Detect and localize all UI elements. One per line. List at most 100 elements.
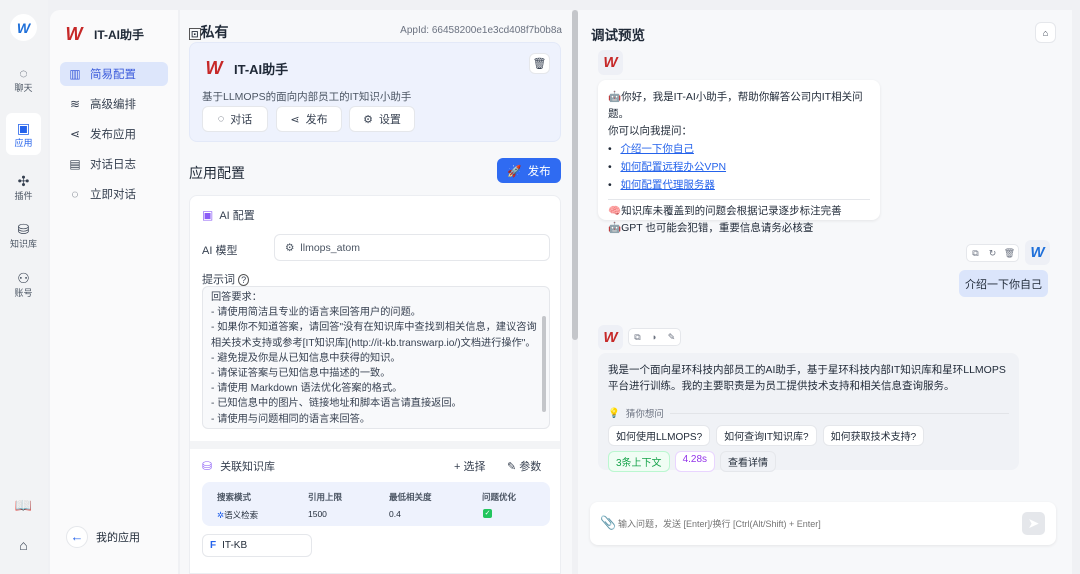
button-label: 设置 xyxy=(378,114,401,126)
context-badge[interactable]: 3条上下文 xyxy=(608,451,670,472)
kb-section-header: ⛁ 关联知识库 xyxy=(202,458,275,474)
gear-icon: ⚙ xyxy=(363,113,373,126)
guess-chip[interactable]: 如何获取技术支持? xyxy=(822,425,925,446)
visibility-title: ⊡ 私有 xyxy=(189,22,229,42)
database-icon: ⛁ xyxy=(17,220,30,237)
rail-item-plugins[interactable]: ✣ 插件 xyxy=(6,166,41,208)
edit-icon[interactable]: ✎ xyxy=(663,329,680,345)
nav-publish[interactable]: ⋖ 发布应用 xyxy=(60,122,168,146)
textarea-scrollbar[interactable] xyxy=(542,316,546,412)
chat-input-box: 📎 ➤ xyxy=(590,502,1056,545)
arrow-left-icon: ← xyxy=(66,526,88,548)
chat-button[interactable]: ◌ 对话 xyxy=(202,106,268,132)
brand-logo: W xyxy=(10,14,37,41)
prompt-line: - 请使用简洁且专业的语言来回答用户的问题。 xyxy=(211,307,421,319)
prompt-line: - 请使用与问题相同的语言来回答。 xyxy=(211,413,371,425)
welcome-line: 🤖你好，我是IT-AI小助手，帮助你解答公司内IT相关问题。 xyxy=(608,89,870,123)
publish-button[interactable]: 🚀 发布 xyxy=(497,158,561,183)
table-header: 搜索模式 xyxy=(217,492,252,502)
nav-label: 对话日志 xyxy=(90,159,136,171)
prompt-line: - 请使用 Markdown 语法优化答案的格式。 xyxy=(211,383,403,395)
back-label: 我的应用 xyxy=(96,532,140,544)
question-link[interactable]: 如何配置代理服务器 xyxy=(620,179,715,191)
question-list: • 介绍一下你自己 • 如何配置远程办公VPN • 如何配置代理服务器 xyxy=(608,140,870,194)
kb-name: IT-KB xyxy=(222,540,248,551)
copy-icon[interactable]: ⧉ xyxy=(967,245,984,261)
nav-simple-config[interactable]: ▥ 简易配置 xyxy=(60,62,168,86)
welcome-message: 🤖你好，我是IT-AI小助手，帮助你解答公司内IT相关问题。 你可以向我提问： … xyxy=(598,80,880,234)
app-name: IT-AI助手 xyxy=(234,61,289,77)
kb-chip[interactable]: F IT-KB xyxy=(202,534,312,557)
kb-params-button[interactable]: ✎ 参数 xyxy=(507,458,541,474)
rocket-icon: 🚀 xyxy=(507,165,522,178)
note-line: 🧠知识库未覆盖到的问题会根据记录逐步标注完善 xyxy=(608,203,870,220)
help-icon[interactable]: ? xyxy=(238,274,250,286)
prompt-label-text: 提示词 xyxy=(202,274,235,286)
details-button[interactable]: 查看详情 xyxy=(720,451,777,472)
my-apps-link[interactable]: ← 我的应用 xyxy=(66,526,140,548)
retry-icon[interactable]: ↻ xyxy=(984,245,1001,261)
app-name: IT-AI助手 xyxy=(94,27,144,42)
github-button[interactable]: ⌂ xyxy=(6,524,41,566)
user-message-actions: ⧉ ↻ 🗑 xyxy=(966,244,1019,262)
prompt-line: 相关技术支持或参考[IT知识库](http://it-kb.transwarp.… xyxy=(211,337,536,349)
app-id: AppId: 66458200e1e3cd408f7b0b8a xyxy=(400,25,562,36)
chat-icon: ◌ xyxy=(19,64,28,81)
question-item: • 如何配置远程办公VPN xyxy=(608,161,727,173)
rail-item-account[interactable]: ⚇ 账号 xyxy=(6,263,41,305)
send-button[interactable]: ➤ xyxy=(1022,512,1045,535)
rail-item-chat[interactable]: ◌ 聊天 xyxy=(6,58,41,100)
bot-message-actions: ⧉ ◗ ✎ xyxy=(628,328,681,346)
kb-select-button[interactable]: + 选择 xyxy=(454,458,485,474)
delete-button[interactable]: 🗑 xyxy=(529,53,550,74)
welcome-text: 你好，我是IT-AI小助手，帮助你解答公司内IT相关问题。 xyxy=(608,91,863,120)
app-logo: W xyxy=(65,24,83,44)
nav-label: 立即对话 xyxy=(90,189,136,201)
trash-icon: 🗑 xyxy=(532,58,547,70)
model-select[interactable]: ⚙ llmops_atom xyxy=(274,234,550,261)
paperclip-icon[interactable]: 📎 xyxy=(600,515,616,531)
bulb-icon: 💡 xyxy=(608,407,620,419)
bot-avatar: W xyxy=(598,50,623,75)
nav-chat-now[interactable]: ◌ 立即对话 xyxy=(60,182,168,206)
params-label: 参数 xyxy=(519,461,542,473)
preview-panel: 调试预览 ⌂ W 🤖你好，我是IT-AI小助手，帮助你解答公司内IT相关问题。 … xyxy=(578,10,1072,574)
rail-item-apps[interactable]: ▣ 应用 xyxy=(6,113,41,155)
share-icon: ⋖ xyxy=(69,127,81,141)
question-item: • 如何配置代理服务器 xyxy=(608,179,715,191)
question-item: • 介绍一下你自己 xyxy=(608,143,694,155)
copy-icon[interactable]: ⧉ xyxy=(629,329,646,345)
preview-title: 调试预览 xyxy=(591,28,645,43)
table-header: 问题优化 xyxy=(482,492,517,502)
question-link[interactable]: 介绍一下你自己 xyxy=(620,143,694,155)
database-icon: ⛁ xyxy=(202,459,213,473)
nav-advanced[interactable]: ≋ 高级编排 xyxy=(60,92,168,116)
nav-logs[interactable]: ▤ 对话日志 xyxy=(60,152,168,176)
rail-label: 聊天 xyxy=(14,82,33,93)
user-message: 介绍一下你自己 xyxy=(959,270,1048,297)
lock-icon: ⊡ xyxy=(189,28,201,40)
layers-icon: ≋ xyxy=(69,97,81,111)
publish-share-button[interactable]: ⋖ 发布 xyxy=(276,106,342,132)
docs-button[interactable]: 📖 xyxy=(6,484,41,526)
divider xyxy=(190,441,560,449)
rail-label: 知识库 xyxy=(9,238,37,249)
puzzle-icon: ✣ xyxy=(17,172,30,189)
guess-chip[interactable]: 如何查询IT知识库? xyxy=(716,425,817,446)
rail-item-knowledge[interactable]: ⛁ 知识库 xyxy=(6,214,41,256)
openai-icon: ⚙ xyxy=(285,241,295,254)
question-link[interactable]: 如何配置远程办公VPN xyxy=(620,161,726,173)
prompt-textarea[interactable]: 回答要求： - 请使用简洁且专业的语言来回答用户的问题。 - 如果你不知道答案，请回… xyxy=(202,286,550,429)
answer-meta: 3条上下文 4.28s 查看详情 xyxy=(608,451,1009,472)
settings-button[interactable]: ⚙ 设置 xyxy=(349,106,415,132)
clear-chat-button[interactable]: ⌂ xyxy=(1035,22,1056,43)
time-badge: 4.28s xyxy=(674,451,716,472)
search-mode-cell: ✲语义检索 xyxy=(217,509,258,521)
kb-settings-table: 搜索模式 引用上限 最低相关度 问题优化 ✲语义检索 1500 0.4 ✓ xyxy=(202,482,550,526)
speaker-icon[interactable]: ◗ xyxy=(646,329,663,345)
divider xyxy=(608,199,870,200)
guess-chip[interactable]: 如何使用LLMOPS? xyxy=(608,425,711,446)
trash-icon[interactable]: 🗑 xyxy=(1001,245,1018,261)
chat-input[interactable] xyxy=(618,514,1008,534)
rail-label: 应用 xyxy=(14,137,33,148)
